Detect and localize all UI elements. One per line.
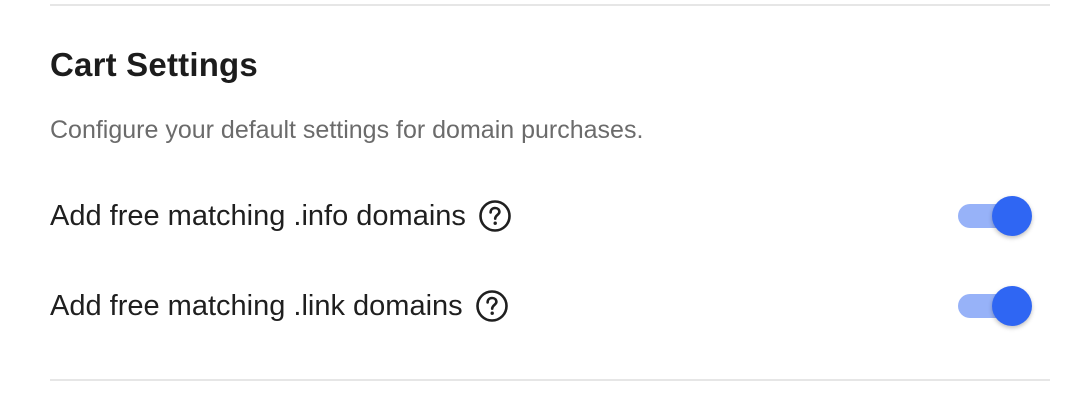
question-circle-icon[interactable]: [475, 289, 509, 323]
toggle-info-domains[interactable]: [958, 196, 1032, 236]
section-description: Configure your default settings for doma…: [50, 116, 644, 144]
toggle-link-domains[interactable]: [958, 286, 1032, 326]
question-circle-icon[interactable]: [478, 199, 512, 233]
setting-row-link-domains: Add free matching .link domains: [50, 284, 1040, 328]
setting-row-info-domains: Add free matching .info domains: [50, 194, 1040, 238]
bottom-divider: [50, 379, 1050, 381]
setting-label-info-domains: Add free matching .info domains: [50, 200, 466, 232]
toggle-knob: [992, 286, 1032, 326]
top-divider: [50, 4, 1050, 6]
section-title: Cart Settings: [50, 46, 258, 83]
toggle-knob: [992, 196, 1032, 236]
setting-label-link-domains: Add free matching .link domains: [50, 290, 463, 322]
